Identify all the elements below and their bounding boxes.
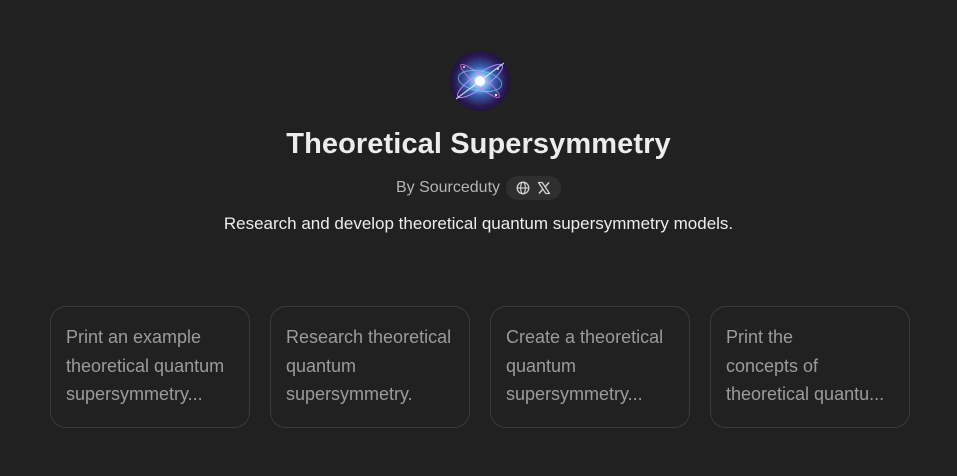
starter-line: theoretical quantum	[66, 355, 225, 376]
starter-card[interactable]: Print an example theoretical quantum sup…	[50, 306, 250, 428]
starter-line: Print the	[726, 327, 794, 347]
gpt-avatar	[450, 51, 510, 111]
starter-line: Research theoretical	[286, 327, 452, 347]
gpt-title: Theoretical Supersymmetry	[286, 128, 671, 160]
conversation-starters: Print an example theoretical quantum sup…	[50, 306, 910, 428]
starter-line: supersymmetry...	[506, 384, 643, 404]
starter-line: Create a theoretical	[506, 327, 664, 347]
gpt-profile-page: Theoretical Supersymmetry By Sourceduty …	[0, 0, 957, 476]
x-logo-icon[interactable]	[537, 181, 551, 195]
starter-card[interactable]: Print the concepts of theoretical quantu…	[710, 306, 910, 428]
starter-line: supersymmetry.	[286, 384, 413, 404]
starter-line: quantum	[506, 355, 577, 376]
starter-line: supersymmetry...	[66, 384, 203, 404]
starter-line: Print an example	[66, 327, 202, 347]
starter-line: quantum	[286, 355, 357, 376]
starter-line: theoretical quantu...	[726, 384, 885, 404]
gpt-description: Research and develop theoretical quantum…	[223, 214, 734, 233]
starter-card[interactable]: Research theoretical quantum supersymmet…	[270, 306, 470, 428]
globe-icon[interactable]	[516, 181, 530, 195]
author-links	[506, 176, 562, 200]
starter-card[interactable]: Create a theoretical quantum supersymmet…	[490, 306, 690, 428]
starter-line: concepts of	[726, 355, 819, 376]
author-name: By Sourceduty	[395, 179, 501, 196]
gpt-byline: By Sourceduty	[0, 176, 957, 200]
